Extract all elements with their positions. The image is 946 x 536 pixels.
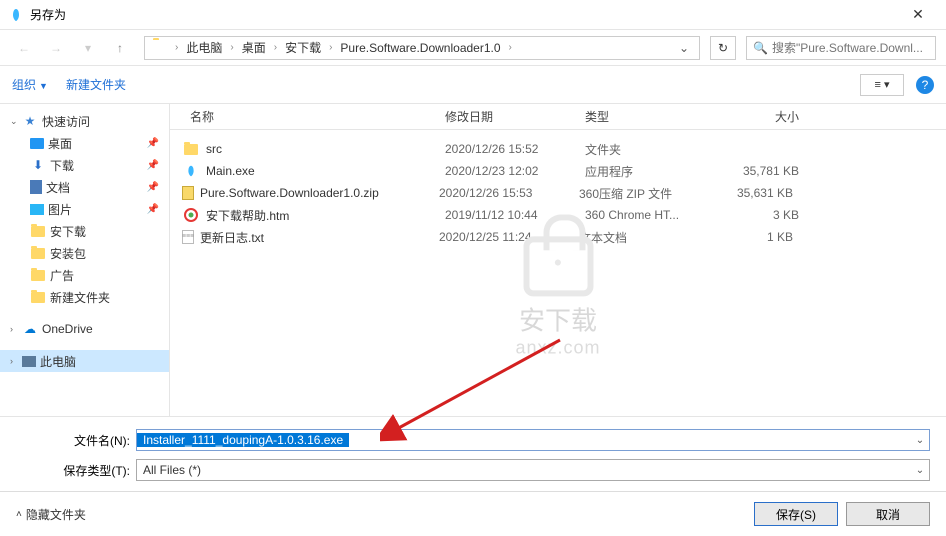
help-button[interactable]: ?	[916, 76, 934, 94]
expand-icon[interactable]: ›	[10, 324, 22, 334]
folder-icon	[30, 267, 46, 283]
file-row[interactable]: src2020/12/26 15:52文件夹	[182, 138, 946, 160]
file-row[interactable]: ≡≡≡更新日志.txt2020/12/25 11:24文本文档1 KB	[182, 226, 946, 248]
sidebar-item-folder[interactable]: 新建文件夹	[0, 286, 169, 308]
desktop-icon	[30, 138, 44, 149]
pin-icon: 📌	[147, 204, 159, 215]
save-button[interactable]: 保存(S)	[754, 502, 838, 526]
col-name[interactable]: 名称	[182, 108, 437, 125]
filename-field[interactable]: Installer_1111_doupingA-1.0.3.16.exe ⌄	[136, 429, 930, 451]
chevron-up-icon: ˄	[16, 509, 22, 520]
col-size[interactable]: 大小	[717, 108, 807, 125]
divider	[0, 491, 946, 492]
html-icon	[182, 207, 200, 223]
txt-icon: ≡≡≡	[182, 230, 194, 244]
chevron-right-icon: ›	[173, 42, 180, 53]
sidebar-item-folder[interactable]: 安装包	[0, 242, 169, 264]
back-button[interactable]: ←	[10, 36, 38, 60]
filetype-field[interactable]: All Files (*) ⌄	[136, 459, 930, 481]
sidebar-item-desktop[interactable]: 桌面📌	[0, 132, 169, 154]
address-bar[interactable]: › 此电脑 › 桌面 › 安下载 › Pure.Software.Downloa…	[144, 36, 700, 60]
exe-icon	[182, 163, 200, 179]
sidebar: ⌄ ★ 快速访问 桌面📌 ⬇下载📌 文档📌 图片📌 安下载 安装包 广告 新建文…	[0, 104, 170, 416]
file-row[interactable]: Pure.Software.Downloader1.0.zip2020/12/2…	[182, 182, 946, 204]
sidebar-item-downloads[interactable]: ⬇下载📌	[0, 154, 169, 176]
chevron-right-icon: ›	[228, 42, 235, 53]
search-box[interactable]: 🔍	[746, 36, 936, 60]
zip-icon	[182, 186, 194, 200]
cloud-icon: ☁	[22, 321, 38, 337]
chevron-right-icon: ›	[327, 42, 334, 53]
view-options-button[interactable]: ≡ ▾	[860, 74, 904, 96]
sidebar-item-documents[interactable]: 文档📌	[0, 176, 169, 198]
nav-bar: ← → ▾ ↑ › 此电脑 › 桌面 › 安下载 › Pure.Software…	[0, 30, 946, 66]
sidebar-onedrive[interactable]: ›☁OneDrive	[0, 318, 169, 340]
pin-icon: 📌	[147, 138, 159, 149]
folder-icon	[30, 245, 46, 261]
col-type[interactable]: 类型	[577, 108, 717, 125]
address-dropdown[interactable]: ⌄	[673, 41, 695, 55]
folder-icon	[182, 141, 200, 157]
app-icon	[8, 7, 24, 23]
breadcrumb-item[interactable]: 桌面	[236, 39, 272, 56]
collapse-icon[interactable]: ⌄	[10, 116, 22, 127]
close-button[interactable]: ✕	[898, 6, 938, 23]
document-icon	[30, 180, 42, 194]
expand-icon[interactable]: ›	[10, 356, 22, 366]
col-date[interactable]: 修改日期	[437, 108, 577, 125]
pin-icon: 📌	[147, 160, 159, 171]
breadcrumb-item[interactable]: 安下载	[279, 39, 327, 56]
up-button[interactable]: ↑	[106, 36, 134, 60]
dropdown-button[interactable]: ⌄	[911, 435, 929, 446]
chevron-right-icon: ›	[507, 42, 514, 53]
chevron-right-icon: ›	[272, 42, 279, 53]
breadcrumb-item[interactable]: 此电脑	[180, 39, 228, 56]
sidebar-item-folder[interactable]: 安下载	[0, 220, 169, 242]
bottom-panel: 文件名(N): Installer_1111_doupingA-1.0.3.16…	[0, 416, 946, 536]
sidebar-this-pc[interactable]: ›此电脑	[0, 350, 169, 372]
recent-button[interactable]: ▾	[74, 36, 102, 60]
sidebar-item-pictures[interactable]: 图片📌	[0, 198, 169, 220]
file-row[interactable]: Main.exe2020/12/23 12:02应用程序35,781 KB	[182, 160, 946, 182]
quick-access[interactable]: ⌄ ★ 快速访问	[0, 110, 169, 132]
folder-icon	[153, 40, 169, 56]
sidebar-item-folder[interactable]: 广告	[0, 264, 169, 286]
hide-folders-button[interactable]: ˄隐藏文件夹	[16, 506, 86, 523]
filetype-label: 保存类型(T):	[16, 462, 136, 479]
new-folder-button[interactable]: 新建文件夹	[66, 76, 126, 93]
organize-button[interactable]: 组织▼	[12, 76, 48, 93]
file-pane: 名称 修改日期 类型 大小 src2020/12/26 15:52文件夹 Mai…	[170, 104, 946, 416]
filename-label: 文件名(N):	[16, 432, 136, 449]
star-icon: ★	[22, 113, 38, 129]
tree-label: 快速访问	[42, 113, 90, 130]
picture-icon	[30, 204, 44, 215]
filename-input[interactable]: Installer_1111_doupingA-1.0.3.16.exe	[137, 433, 349, 447]
filetype-value: All Files (*)	[137, 463, 911, 477]
download-icon: ⬇	[30, 157, 46, 173]
window-title: 另存为	[30, 6, 898, 23]
pin-icon: 📌	[147, 182, 159, 193]
forward-button[interactable]: →	[42, 36, 70, 60]
folder-icon	[30, 223, 46, 239]
refresh-button[interactable]: ↻	[710, 36, 736, 60]
column-headers: 名称 修改日期 类型 大小	[170, 104, 946, 130]
search-icon: 🔍	[753, 41, 768, 55]
watermark: 安下载 anxz.com	[515, 236, 600, 358]
file-list: src2020/12/26 15:52文件夹 Main.exe2020/12/2…	[170, 130, 946, 416]
breadcrumb-item[interactable]: Pure.Software.Downloader1.0	[334, 41, 506, 55]
toolbar: 组织▼ 新建文件夹 ≡ ▾ ?	[0, 66, 946, 104]
folder-icon	[30, 289, 46, 305]
file-row[interactable]: 安下载帮助.htm2019/11/12 10:44360 Chrome HT..…	[182, 204, 946, 226]
dropdown-button[interactable]: ⌄	[911, 465, 929, 476]
pc-icon	[22, 356, 36, 367]
search-input[interactable]	[772, 41, 929, 55]
title-bar: 另存为 ✕	[0, 0, 946, 30]
cancel-button[interactable]: 取消	[846, 502, 930, 526]
